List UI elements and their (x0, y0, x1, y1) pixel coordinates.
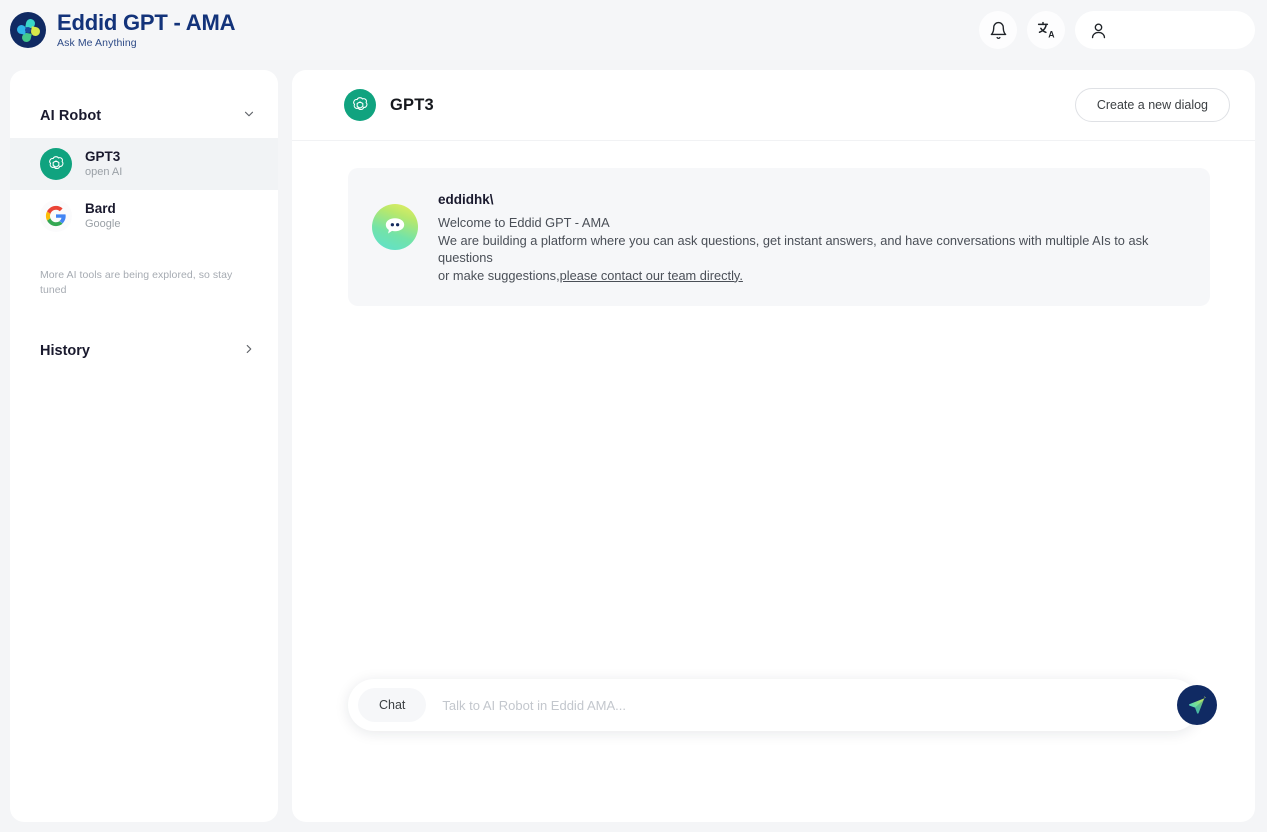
bell-icon (990, 21, 1006, 39)
sidebar-section-ai-robot[interactable]: AI Robot (10, 94, 278, 138)
app-subtitle: Ask Me Anything (57, 36, 137, 49)
person-icon (1091, 22, 1106, 38)
sidebar-item-provider: open AI (85, 166, 123, 178)
openai-logo-icon (40, 148, 72, 180)
translate-icon: A (1037, 21, 1055, 39)
sidebar-note: More AI tools are being explored, so sta… (40, 269, 233, 296)
paper-plane-send-icon (1188, 695, 1206, 714)
sidebar-item-gpt3[interactable]: GPT3 open AI (10, 138, 278, 190)
sidebar-item-bard[interactable]: Bard Google (10, 190, 278, 242)
google-logo-icon (40, 200, 72, 232)
header-actions: A (979, 11, 1255, 49)
chat-message-list: eddidhk\ Welcome to Eddid GPT - AMA We a… (292, 141, 1255, 754)
user-account-field[interactable] (1075, 11, 1255, 49)
sidebar-item-name: Bard (85, 201, 116, 216)
message-author: eddidhk\ (438, 192, 494, 207)
message-line-2: We are building a platform where you can… (438, 232, 1149, 266)
send-message-button[interactable] (1177, 685, 1217, 725)
app-title: Eddid GPT - AMA (57, 9, 236, 35)
eddid-pinwheel-logo-icon (10, 12, 46, 48)
create-new-dialog-button[interactable]: Create a new dialog (1074, 88, 1230, 122)
app-header: Eddid GPT - AMA Ask Me Anything A (0, 0, 1267, 60)
sidebar-item-provider: Google (85, 218, 121, 230)
chat-bot-avatar-icon (372, 204, 418, 250)
composer-mode-chat-button[interactable]: Chat (358, 688, 427, 722)
conversation-header: GPT3 Create a new dialog (292, 70, 1255, 141)
sidebar: AI Robot GPT3 open AI Bard Google More A… (10, 70, 278, 822)
composer: Chat (348, 679, 1217, 731)
brand: Eddid GPT - AMA Ask Me Anything (10, 9, 236, 50)
history-label: History (40, 343, 90, 359)
openai-logo-icon (344, 89, 376, 121)
contact-team-link[interactable]: please contact our team directly. (560, 268, 743, 283)
message-input[interactable] (442, 697, 1199, 713)
chevron-down-icon (242, 107, 256, 126)
message-line-1: Welcome to Eddid GPT - AMA (438, 215, 610, 230)
svg-text:A: A (1048, 29, 1055, 39)
sidebar-item-name: GPT3 (85, 149, 121, 164)
message-line-3-text: or make suggestions, (438, 267, 560, 283)
sidebar-section-label: AI Robot (40, 108, 102, 124)
main-panel: GPT3 Create a new dialog eddidhk\ Welcom… (292, 70, 1255, 822)
conversation-title: GPT3 (390, 95, 434, 114)
chat-message: eddidhk\ Welcome to Eddid GPT - AMA We a… (348, 168, 1210, 306)
chevron-right-icon (242, 342, 256, 361)
sidebar-section-history[interactable]: History (10, 329, 278, 373)
language-switch-button[interactable]: A (1027, 11, 1065, 49)
notifications-button[interactable] (979, 11, 1017, 49)
composer-bar: Chat (348, 679, 1199, 731)
message-line-3: or make suggestions,please contact our t… (438, 267, 1184, 285)
